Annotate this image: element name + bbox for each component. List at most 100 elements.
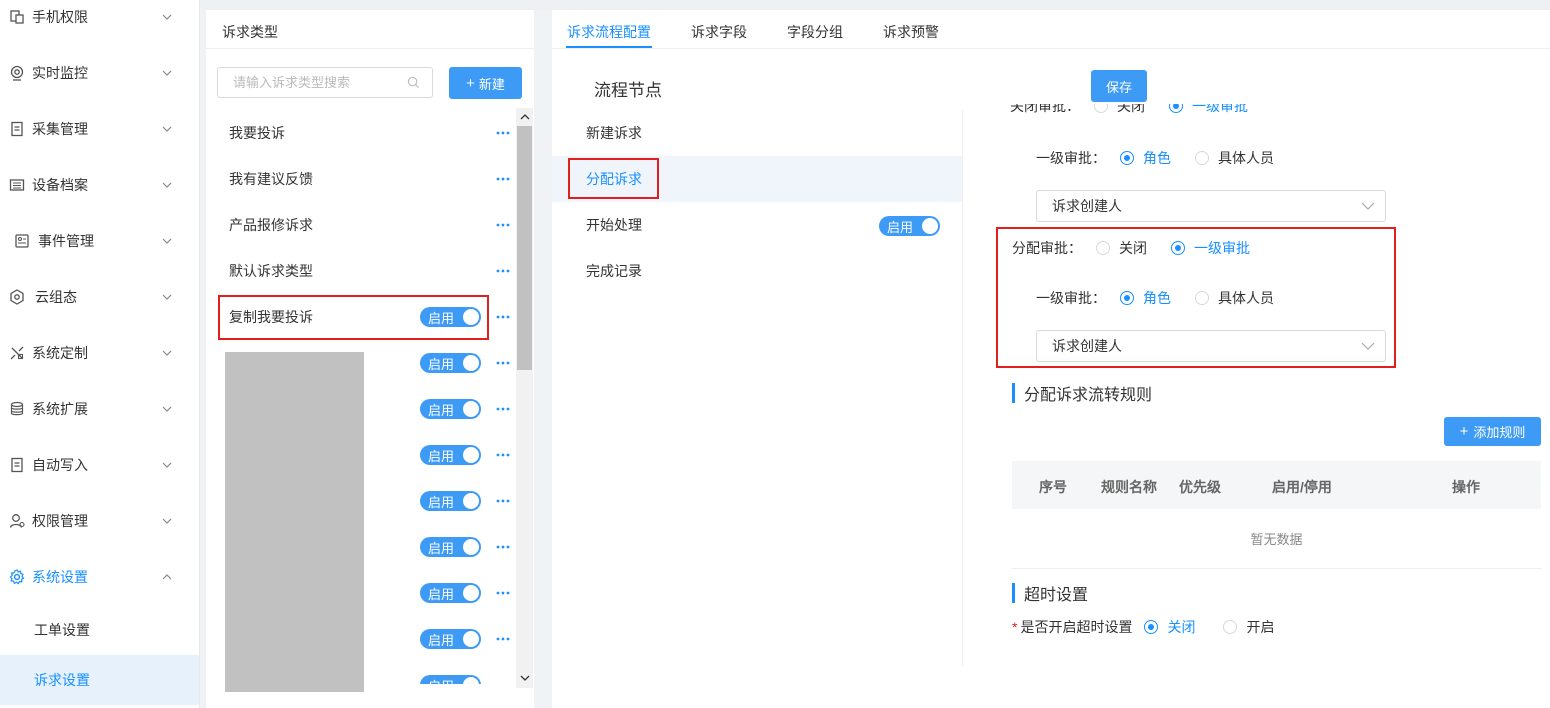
plus-icon: + (1459, 423, 1469, 440)
rules-section-title: 分配诉求流转规则 (1012, 381, 1152, 405)
enable-toggle[interactable]: 启用 (420, 675, 481, 684)
divider (962, 110, 963, 666)
toggle-knob (922, 218, 938, 234)
enable-toggle[interactable]: 启用 (420, 583, 481, 603)
sidebar-item-system-settings[interactable]: 系统设置 (0, 557, 199, 597)
required-mark: * (1012, 619, 1018, 635)
enable-toggle[interactable]: 启用 (420, 445, 481, 465)
toggle-knob (463, 355, 479, 371)
sidebar-item-customize[interactable]: 系统定制 (0, 333, 199, 373)
tab-bar: 诉求流程配置 诉求字段 字段分组 诉求预警 (552, 10, 1550, 49)
timeout-row: * 是否开启超时设置 关闭 开启 (1012, 617, 1298, 637)
field-label: 一级审批： (1036, 150, 1106, 166)
flow-node[interactable]: 完成记录 (552, 248, 962, 294)
tab-warning[interactable]: 诉求预警 (883, 22, 939, 42)
tab-flow-config[interactable]: 诉求流程配置 (567, 22, 651, 42)
enable-toggle[interactable]: 启用 (420, 491, 481, 511)
sidebar-subitem-appeal-settings[interactable]: 诉求设置 (0, 655, 199, 705)
search-input[interactable] (218, 68, 398, 97)
chevron-down-icon (162, 126, 172, 132)
node-enable-toggle[interactable]: 启用 (879, 216, 940, 236)
panel-title: 诉求类型 (222, 24, 278, 40)
hexagon-icon (9, 289, 25, 305)
type-list-item[interactable]: 我要投诉 (218, 110, 516, 156)
toggle-label: 启用 (428, 586, 455, 602)
sidebar-item-event[interactable]: 事件管理 (0, 221, 199, 261)
more-icon[interactable] (496, 130, 510, 136)
new-button-label: 新建 (478, 76, 505, 92)
more-icon[interactable] (496, 222, 510, 228)
sidebar-item-label: 自动写入 (32, 457, 88, 473)
more-icon[interactable] (496, 544, 510, 550)
toggle-knob (463, 677, 479, 684)
toggle-clip: 启用 (420, 675, 481, 684)
scrollbar-thumb[interactable] (517, 126, 532, 370)
radio-role[interactable] (1120, 151, 1134, 165)
radio-level1[interactable] (1169, 104, 1183, 113)
approver-select[interactable]: 诉求创建人 (1036, 190, 1386, 222)
more-icon[interactable] (496, 314, 510, 320)
more-icon[interactable] (496, 406, 510, 412)
more-icon[interactable] (496, 498, 510, 504)
more-icon[interactable] (496, 176, 510, 182)
more-icon[interactable] (496, 636, 510, 642)
field-label: 是否开启超时设置 (1020, 619, 1133, 635)
chevron-down-icon (162, 70, 172, 76)
sidebar-item-permission[interactable]: 权限管理 (0, 501, 199, 541)
toggle-label: 启用 (428, 402, 455, 418)
enable-toggle[interactable]: 启用 (420, 399, 481, 419)
sidebar-item-auto-write[interactable]: 自动写入 (0, 445, 199, 485)
type-list-item[interactable]: 产品报修诉求 (218, 202, 516, 248)
type-item-label: 产品报修诉求 (229, 217, 313, 233)
toggle-label: 启用 (428, 540, 455, 556)
save-button[interactable]: 保存 (1091, 70, 1147, 102)
sidebar-item-extension[interactable]: 系统扩展 (0, 389, 199, 429)
radio-label: 关闭 (1167, 619, 1196, 635)
column-header: 启用/停用 (1272, 479, 1332, 495)
new-type-button[interactable]: + 新建 (449, 67, 522, 99)
tab-field-groups[interactable]: 字段分组 (787, 22, 843, 42)
section-bar (1012, 383, 1015, 403)
toggle-label: 启用 (428, 356, 455, 372)
scroll-up-icon[interactable] (516, 108, 533, 125)
type-list-item[interactable]: 我有建议反馈 (218, 156, 516, 202)
chevron-down-icon (162, 182, 172, 188)
gear-icon (9, 569, 25, 585)
toggle-label: 启用 (887, 219, 914, 235)
sidebar-item-phone-permission[interactable]: 手机权限 (0, 0, 199, 37)
sidebar-subitem-work-order[interactable]: 工单设置 (0, 605, 199, 655)
tab-fields[interactable]: 诉求字段 (691, 22, 747, 42)
more-icon[interactable] (496, 360, 510, 366)
more-icon[interactable] (496, 452, 510, 458)
chevron-down-icon (162, 406, 172, 412)
radio-close[interactable] (1094, 104, 1108, 113)
type-list-item[interactable]: 默认诉求类型 (218, 248, 516, 294)
toggle-label: 启用 (428, 448, 455, 464)
toggle-label: 启用 (428, 632, 455, 648)
sidebar-item-realtime-monitor[interactable]: 实时监控 (0, 53, 199, 93)
sidebar-item-label: 系统设置 (32, 569, 88, 585)
radio-timeout-on[interactable] (1223, 620, 1238, 634)
more-icon[interactable] (496, 268, 510, 274)
write-icon (9, 457, 25, 473)
scroll-down-icon[interactable] (516, 669, 533, 686)
sidebar-item-cloud[interactable]: 云组态 (0, 277, 199, 317)
sidebar-item-device-archive[interactable]: 设备档案 (0, 165, 199, 205)
search-icon[interactable] (407, 76, 420, 89)
flow-nodes-title: 流程节点 (594, 81, 662, 100)
radio-person[interactable] (1195, 151, 1209, 165)
sidebar-item-collection[interactable]: 采集管理 (0, 109, 199, 149)
enable-toggle[interactable]: 启用 (420, 537, 481, 557)
add-rule-button[interactable]: + 添加规则 (1444, 417, 1541, 446)
enable-toggle[interactable]: 启用 (420, 629, 481, 649)
add-rule-label: 添加规则 (1473, 425, 1526, 440)
radio-timeout-off[interactable] (1144, 620, 1159, 634)
toggle-knob (463, 539, 479, 555)
list-scrollbar[interactable] (516, 108, 533, 688)
enable-toggle[interactable]: 启用 (420, 353, 481, 373)
cut-off-row: 关闭审批： 关闭 一级审批 (1010, 104, 1310, 116)
flow-node[interactable]: 新建诉求 (552, 110, 962, 156)
database-icon (9, 401, 25, 417)
more-icon[interactable] (496, 590, 510, 596)
appeal-type-panel: 诉求类型 + 新建 我要投诉 我有建议反馈 产品报修诉求 默认诉求类型 复制我要… (206, 10, 534, 708)
